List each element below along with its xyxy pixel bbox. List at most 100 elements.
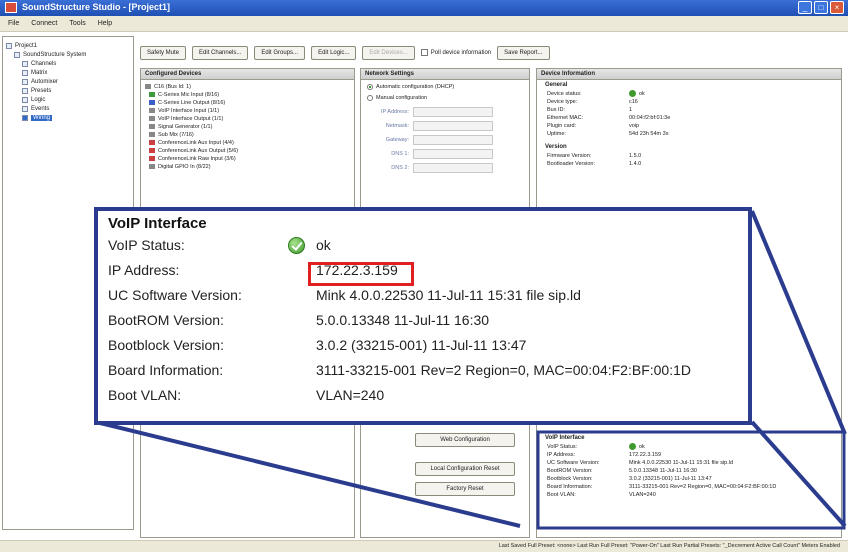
menu-help[interactable]: Help [98, 20, 112, 27]
tree-item[interactable]: Project1 [6, 41, 130, 50]
device-item[interactable]: ConferenceLink Aux Output (5/6) [141, 147, 354, 155]
info-row: Uptime: 54d 23h 54m 3s [537, 130, 841, 138]
voip-section-title: VoIP Interface [545, 435, 585, 441]
info-key: Bootblock Version: [547, 476, 593, 482]
callout-value: 5.0.0.13348 11-Jul-11 16:30 [316, 312, 490, 328]
tree-node-icon [22, 69, 28, 76]
tree-item[interactable]: Matrix [6, 68, 130, 77]
device-item[interactable]: ConferenceLink Aux Input (4/4) [141, 139, 354, 147]
device-item[interactable]: C-Series Mic Input (8/16) [141, 91, 354, 99]
network-field-row: IP Address: [361, 105, 529, 119]
device-item[interactable]: VoIP Interface Input (1/1) [141, 107, 354, 115]
info-key: Ethernet MAC: [547, 115, 584, 121]
version-rows: Firmware Version: 1.5.0 Bootloader Version… [537, 152, 841, 168]
info-row: Ethernet MAC: 00:04:f2:bf:01:3e [537, 114, 841, 122]
info-row: VoIP Status: ok [537, 443, 841, 451]
tree-item[interactable]: SoundStructure System [6, 50, 130, 59]
manual-radio[interactable] [367, 94, 373, 101]
info-row: Board Information: 3111-33215-001 Rev=2 R… [537, 483, 841, 491]
info-key: IP Address: [547, 452, 576, 458]
tree-item[interactable]: Events [6, 104, 130, 113]
network-field-input[interactable] [413, 148, 493, 159]
edit-logic-button[interactable]: Edit Logic... [311, 46, 357, 60]
network-field-input[interactable] [413, 120, 493, 131]
safety-mute-button[interactable]: Safety Mute [140, 46, 187, 60]
local-configuration-reset-button[interactable]: Local Configuration Reset [415, 462, 515, 476]
info-row: Plugin card: voip [537, 122, 841, 130]
device-icon [149, 132, 155, 138]
checkbox-box[interactable] [420, 49, 428, 57]
device-item[interactable]: VoIP Interface Output (1/1) [141, 115, 354, 123]
menu-connect[interactable]: Connect [31, 20, 57, 27]
edit-channels-button[interactable]: Edit Channels... [192, 46, 249, 60]
tree-item-label: Project1 [15, 42, 38, 49]
device-label: Sub Mix (7/16) [158, 132, 194, 138]
menu-tools[interactable]: Tools [69, 20, 85, 27]
info-key: Board Information: [547, 484, 593, 490]
info-row: Firmware Version: 1.5.0 [537, 152, 841, 160]
network-field-label: DNS 2: [391, 165, 409, 171]
device-icon [149, 148, 155, 154]
web-configuration-button[interactable]: Web Configuration [415, 433, 515, 447]
info-key: Boot VLAN: [547, 492, 576, 498]
tree-node-icon [22, 114, 28, 121]
edit-devices-button[interactable]: Edit Devices... [362, 46, 415, 60]
tree-item[interactable]: Wiring [6, 113, 130, 122]
tree-item-label: Events [31, 105, 50, 112]
tree-item[interactable]: Logic [6, 95, 130, 104]
network-field-row: Netmask: [361, 119, 529, 133]
network-field-input[interactable] [413, 134, 493, 145]
info-row: Device type: c16 [537, 98, 841, 106]
device-label: C-Series Mic Input (8/16) [158, 92, 220, 98]
device-icon [149, 140, 155, 146]
close-button[interactable]: × [830, 1, 844, 14]
device-icon [149, 100, 155, 106]
info-key: BootROM Version: [547, 468, 593, 474]
tree-node-icon [22, 96, 28, 103]
maximize-button[interactable]: □ [814, 1, 828, 14]
info-value: 54d 23h 54m 3s [629, 131, 669, 137]
info-row: UC Software Version: Mink 4.0.0.22530 11-… [537, 459, 841, 467]
tree-item[interactable]: Channels [6, 59, 130, 68]
device-item[interactable]: Sub Mix (7/16) [141, 131, 354, 139]
info-key: Device status: [547, 91, 582, 97]
info-value: voip [629, 123, 640, 129]
device-item[interactable]: Digital GPIO In (8/22) [141, 163, 354, 171]
info-row: Boot VLAN: VLAN=240 [537, 491, 841, 499]
menu-file[interactable]: File [8, 20, 19, 27]
device-item[interactable]: ConferenceLink Raw Input (3/6) [141, 155, 354, 163]
network-field-label: DNS 1: [391, 151, 409, 157]
network-field-label: Netmask: [385, 123, 409, 129]
manual-label: Manual configuration [376, 95, 428, 101]
info-value: 5.0.0.13348 11-Jul-11 16:30 [629, 468, 697, 474]
edit-groups-button[interactable]: Edit Groups... [254, 46, 306, 60]
callout-key: IP Address: [108, 262, 180, 278]
device-icon [149, 108, 155, 114]
ok-status-icon [629, 443, 636, 451]
poll-device-checkbox[interactable]: Poll device information [420, 49, 491, 57]
device-item[interactable]: C-Series Line Output (8/16) [141, 99, 354, 107]
network-fields: IP Address: Netmask: Gateway: DNS 1: DNS 2: [361, 105, 529, 175]
callout-value: 3.0.2 (33215-001) 11-Jul-11 13:47 [316, 337, 527, 353]
device-label: Digital GPIO In (8/22) [158, 164, 211, 170]
toolbar: Safety Mute Edit Channels... Edit Groups… [140, 44, 840, 62]
device-information-title: Device Information [537, 69, 841, 80]
info-row: BootROM Version: 5.0.0.13348 11-Jul-11 16… [537, 467, 841, 475]
device-icon [149, 156, 155, 162]
factory-reset-button[interactable]: Factory Reset [415, 482, 515, 496]
network-field-input[interactable] [413, 106, 493, 117]
minimize-button[interactable]: _ [798, 1, 812, 14]
info-key: Device type: [547, 99, 578, 105]
tree-item[interactable]: Presets [6, 86, 130, 95]
tree-item-label: Matrix [31, 69, 48, 76]
save-report-button[interactable]: Save Report... [497, 46, 550, 60]
info-row: IP Address: 172.22.3.159 [537, 451, 841, 459]
device-item[interactable]: Signal Generator (1/1) [141, 123, 354, 131]
device-label: VoIP Interface Input (1/1) [158, 108, 220, 114]
dhcp-radio[interactable] [367, 83, 373, 90]
network-field-input[interactable] [413, 162, 493, 173]
device-icon [149, 116, 155, 122]
device-root[interactable]: C16 (Bus Id: 1) [141, 83, 354, 91]
tree-item[interactable]: Automixer [6, 77, 130, 86]
general-rows: Device status: ok Device type: c16 Bus ID: 1 E… [537, 90, 841, 138]
